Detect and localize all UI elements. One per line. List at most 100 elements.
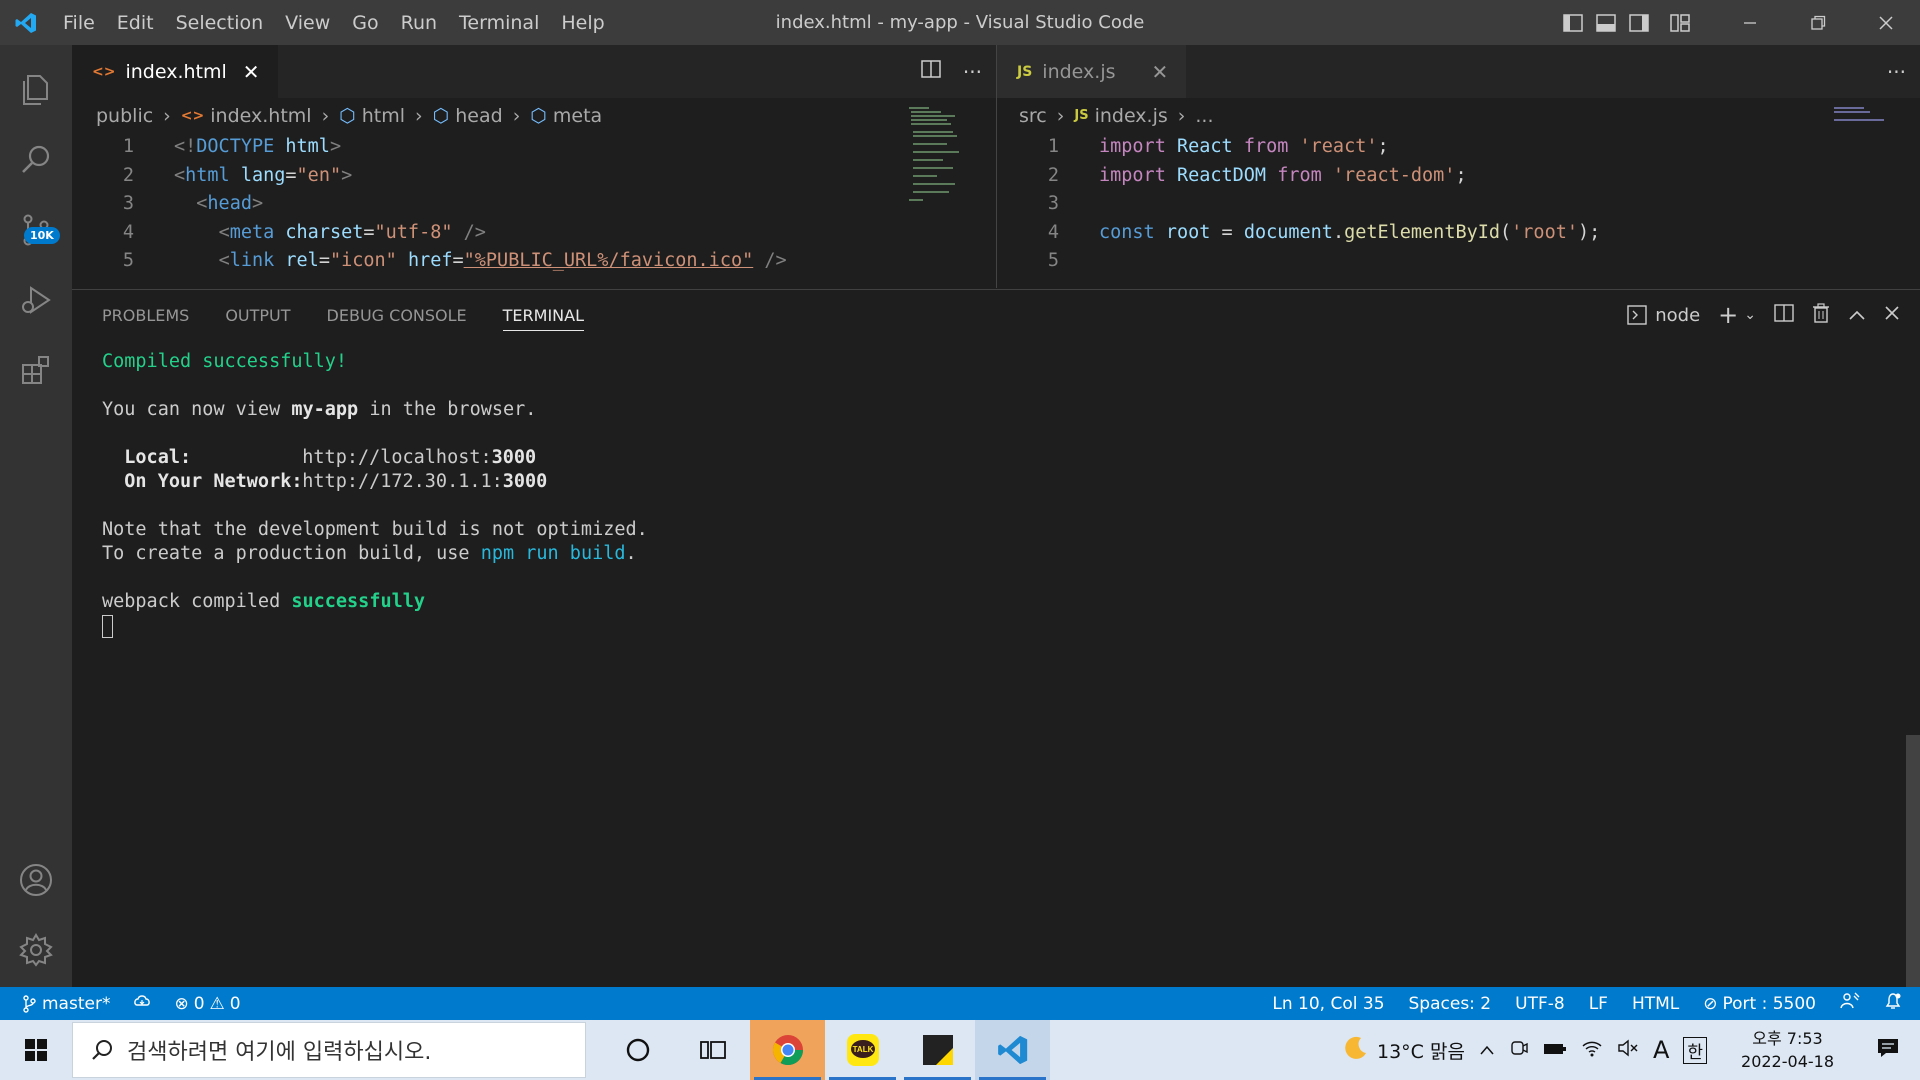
weather-moon-icon[interactable] [1343, 1035, 1369, 1066]
vscode-app-icon[interactable] [975, 1020, 1050, 1080]
code-area[interactable]: 1 import React from 'react'; 2 import React… [997, 133, 1920, 276]
restore-icon[interactable] [1784, 0, 1852, 45]
maximize-panel-icon[interactable] [1848, 305, 1866, 326]
notifications-bell-icon[interactable] [1884, 992, 1902, 1015]
chrome-app-icon[interactable] [750, 1020, 825, 1080]
code-area[interactable]: 1 <!DOCTYPE html> 2 <html lang="en"> 3 <head… [72, 133, 996, 276]
input-language[interactable]: 한 [1683, 1036, 1708, 1064]
close-panel-icon[interactable] [1884, 305, 1900, 326]
live-server-port[interactable]: ⊘ Port : 5500 [1703, 994, 1816, 1014]
code-line[interactable]: 5 [997, 247, 1920, 276]
menu-selection[interactable]: Selection [165, 12, 275, 34]
trash-icon[interactable] [1812, 302, 1830, 328]
minimap[interactable] [907, 105, 967, 225]
system-clock[interactable]: 오후 7:53 2022-04-18 [1741, 1027, 1834, 1073]
toggle-panel-icon[interactable] [1589, 0, 1622, 45]
cursor-position[interactable]: Ln 10, Col 35 [1272, 994, 1384, 1014]
breadcrumb-item[interactable]: src [1019, 105, 1047, 127]
taskbar-search-box[interactable]: 검색하려면 여기에 입력하십시오. [72, 1022, 586, 1078]
close-tab-icon[interactable]: ✕ [1152, 60, 1169, 84]
tab-problems[interactable]: PROBLEMS [102, 306, 189, 325]
breadcrumb-item[interactable]: index.html [210, 105, 311, 127]
breadcrumb-item[interactable]: public [96, 105, 153, 127]
run-debug-icon[interactable] [0, 265, 72, 335]
menu-go[interactable]: Go [341, 12, 389, 34]
menu-edit[interactable]: Edit [106, 12, 165, 34]
settings-gear-icon[interactable] [0, 915, 72, 985]
chevron-down-icon[interactable]: ⌄ [1744, 307, 1756, 323]
split-editor-icon[interactable] [921, 60, 941, 83]
kakaotalk-app-icon[interactable]: TALK [825, 1020, 900, 1080]
menu-run[interactable]: Run [390, 12, 448, 34]
feedback-icon[interactable] [1840, 992, 1860, 1015]
code-line[interactable]: 2 import ReactDOM from 'react-dom'; [997, 162, 1920, 191]
close-icon[interactable] [1852, 0, 1920, 45]
volume-muted-icon[interactable] [1617, 1039, 1639, 1062]
branch-indicator[interactable]: master* [22, 994, 110, 1014]
code-line[interactable]: 4 <meta charset="utf-8" /> [72, 219, 996, 248]
encoding[interactable]: UTF-8 [1515, 994, 1565, 1014]
code-line[interactable]: 3 <head> [72, 190, 996, 219]
menu-view[interactable]: View [274, 12, 341, 34]
tab-output[interactable]: OUTPUT [225, 306, 290, 325]
terminal-shell-selector[interactable]: node [1627, 305, 1700, 326]
sync-icon[interactable] [132, 993, 152, 1014]
sticky-notes-app-icon[interactable] [900, 1020, 975, 1080]
explorer-icon[interactable] [0, 55, 72, 125]
tab-terminal[interactable]: TERMINAL [502, 306, 585, 331]
meet-now-icon[interactable] [1509, 1039, 1529, 1062]
tab-debug-console[interactable]: DEBUG CONSOLE [327, 306, 467, 325]
cortana-icon[interactable] [600, 1020, 675, 1080]
code-text: <link rel="icon" href="%PUBLIC_URL%/favi… [134, 247, 787, 276]
notification-center-icon[interactable] [1876, 1037, 1900, 1064]
more-actions-icon[interactable]: ··· [1887, 60, 1906, 84]
breadcrumb-item[interactable]: head [455, 105, 502, 127]
menu-help[interactable]: Help [550, 12, 615, 34]
breadcrumb-item[interactable]: html [362, 105, 405, 127]
toggle-secondary-sidebar-icon[interactable] [1622, 0, 1655, 45]
line-ending[interactable]: LF [1589, 994, 1608, 1014]
tab-index-js[interactable]: JS index.js ✕ [997, 45, 1187, 98]
menu-terminal[interactable]: Terminal [448, 12, 550, 34]
terminal-output[interactable]: Compiled successfully! You can now view … [102, 350, 648, 638]
more-actions-icon[interactable]: ··· [963, 60, 982, 84]
terminal-text: in the browser. [358, 399, 537, 420]
customize-layout-icon[interactable] [1663, 0, 1696, 45]
menu-file[interactable]: File [52, 12, 106, 34]
toggle-primary-sidebar-icon[interactable] [1556, 0, 1589, 45]
tab-index-html[interactable]: <> index.html ✕ [72, 45, 278, 98]
new-terminal-icon[interactable]: + [1718, 301, 1738, 329]
language-mode[interactable]: HTML [1632, 994, 1679, 1014]
code-line[interactable]: 4 const root = document.getElementById('r… [997, 219, 1920, 248]
breadcrumb-item[interactable]: index.js [1095, 105, 1168, 127]
breadcrumb-item[interactable]: ... [1195, 105, 1213, 127]
code-line[interactable]: 2 <html lang="en"> [72, 162, 996, 191]
terminal-scrollbar[interactable] [1906, 735, 1920, 987]
search-icon[interactable] [0, 125, 72, 195]
problems-indicator[interactable]: ⊗ 0 ⚠ 0 [174, 994, 240, 1014]
minimap[interactable] [1832, 105, 1892, 225]
code-line[interactable]: 3 [997, 190, 1920, 219]
accounts-icon[interactable] [0, 845, 72, 915]
code-line[interactable]: 1 import React from 'react'; [997, 133, 1920, 162]
minimize-icon[interactable] [1716, 0, 1784, 45]
tray-chevron-up-icon[interactable] [1479, 1039, 1495, 1061]
error-count: 0 [193, 993, 205, 1014]
weather-text[interactable]: 13°C 맑음 [1377, 1037, 1465, 1064]
windows-start-icon[interactable] [0, 1020, 72, 1080]
code-line[interactable]: 5 <link rel="icon" href="%PUBLIC_URL%/fa… [72, 247, 996, 276]
extensions-icon[interactable] [0, 335, 72, 405]
wifi-icon[interactable] [1581, 1039, 1603, 1062]
split-terminal-icon[interactable] [1774, 303, 1794, 327]
code-line[interactable]: 1 <!DOCTYPE html> [72, 133, 996, 162]
indentation[interactable]: Spaces: 2 [1409, 994, 1492, 1014]
task-view-icon[interactable] [675, 1020, 750, 1080]
close-tab-icon[interactable]: ✕ [243, 60, 260, 84]
breadcrumb-item[interactable]: meta [553, 105, 602, 127]
code-token: import [1099, 136, 1166, 157]
svg-text:TALK: TALK [852, 1045, 873, 1054]
editor-group-left: <> index.html ✕ ··· public › <> index.ht… [72, 45, 996, 288]
ime-mode[interactable]: A [1653, 1036, 1669, 1064]
battery-icon[interactable] [1543, 1039, 1567, 1061]
